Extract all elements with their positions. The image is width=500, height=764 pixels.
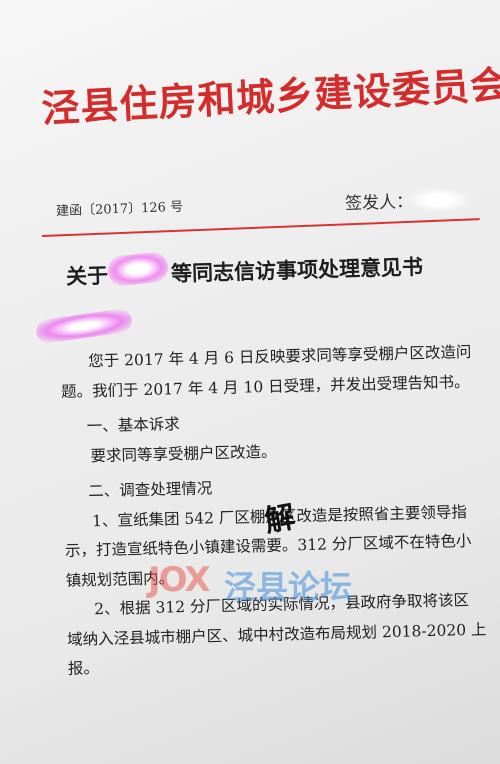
document-number: 建函〔2017〕126 号 [55,199,184,220]
agency-header-title: 泾县住房和城乡建设委员会文件 [40,57,500,131]
header-divider-line [41,218,480,237]
handwritten-mark: 解 [262,499,298,540]
forum-watermark: JOX 泾县论坛 [148,560,368,606]
watermark-text: 泾县论坛 [224,568,353,606]
issuer-label: 签发人： [344,191,414,215]
watermark-logo: JOX [148,560,211,600]
issuer-name-redaction [408,188,470,212]
recipient-name-redaction [34,307,134,345]
